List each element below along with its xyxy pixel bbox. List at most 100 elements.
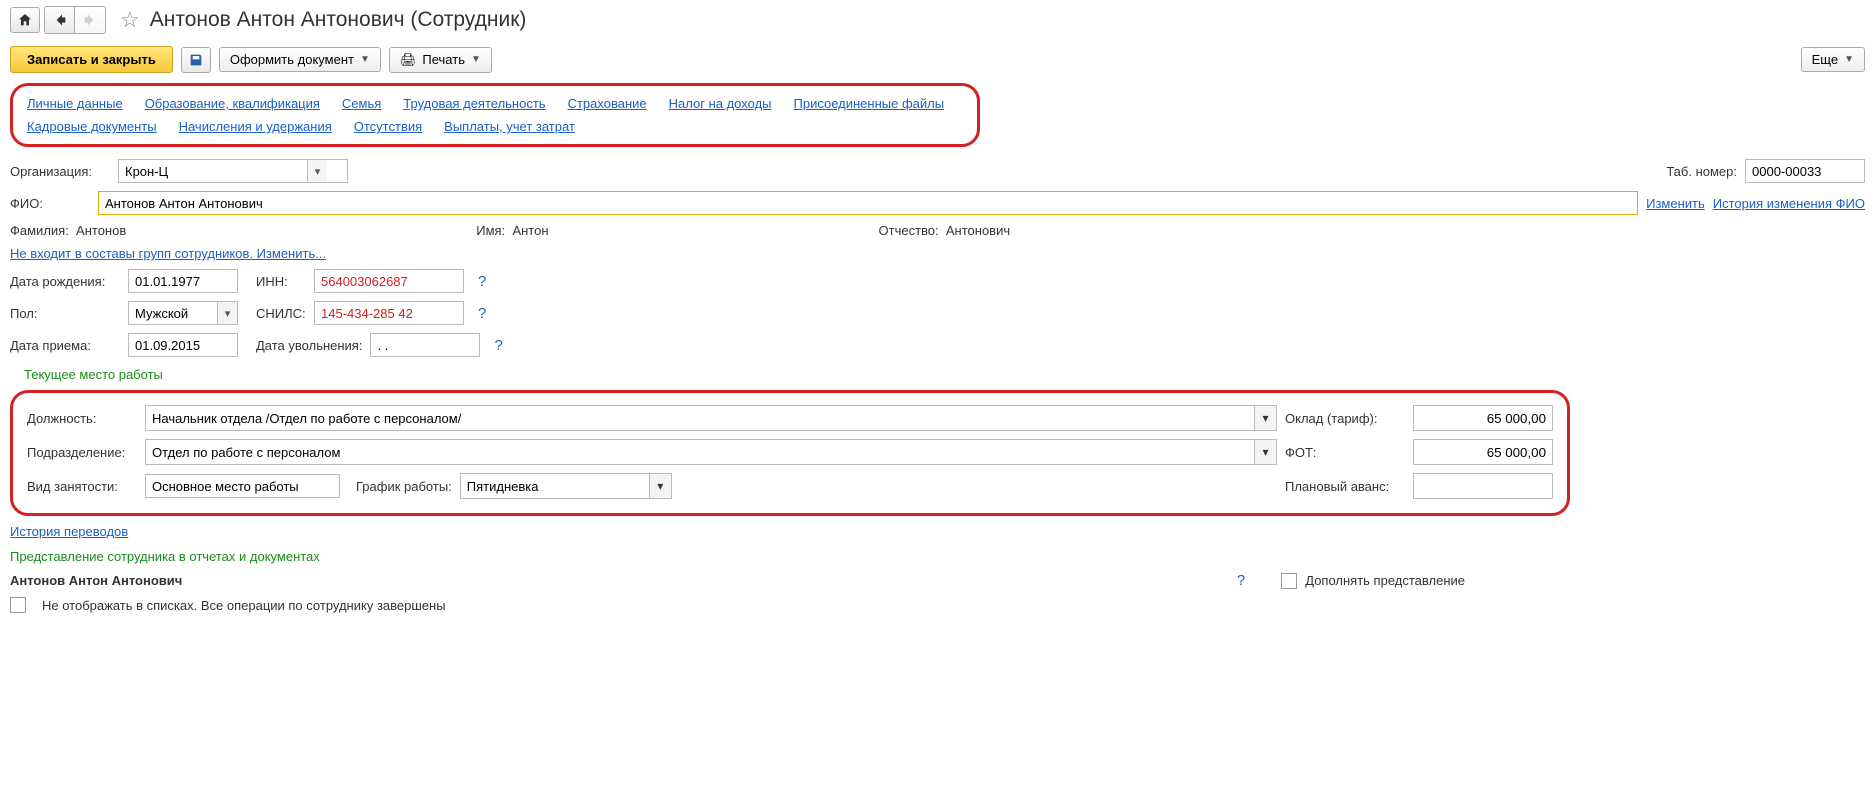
position-input[interactable] — [146, 406, 1254, 430]
save-button[interactable] — [181, 47, 211, 73]
home-button[interactable] — [10, 7, 40, 33]
gender-row: Пол: ▾ СНИЛС: ? — [10, 297, 1865, 329]
link-personal[interactable]: Личные данные — [27, 96, 123, 111]
org-row: Организация: ▾ Таб. номер: — [10, 155, 1865, 187]
position-label: Должность: — [27, 411, 137, 426]
print-label: Печать — [422, 52, 465, 67]
groups-row: Не входит в составы групп сотрудников. И… — [10, 242, 1865, 265]
back-button[interactable] — [45, 7, 75, 33]
position-row: Должность: ▾ Оклад (тариф): — [27, 401, 1553, 435]
salary-input[interactable] — [1413, 405, 1553, 431]
groups-link[interactable]: Не входит в составы групп сотрудников. И… — [10, 246, 326, 261]
department-input[interactable] — [146, 440, 1254, 464]
link-hr-docs[interactable]: Кадровые документы — [27, 119, 157, 134]
top-toolbar: ☆ Антонов Антон Антонович (Сотрудник) — [10, 0, 1865, 40]
firstname-value: Антон — [512, 223, 548, 238]
repr-section-title: Представление сотрудника в отчетах и док… — [10, 543, 1865, 568]
fio-row: ФИО: Изменить История изменения ФИО — [10, 187, 1865, 219]
link-files[interactable]: Присоединенные файлы — [794, 96, 945, 111]
gender-select[interactable]: ▾ — [128, 301, 238, 325]
print-button[interactable]: 🖨 Печать ▼ — [389, 47, 492, 73]
more-button[interactable]: Еще ▼ — [1801, 47, 1865, 72]
name-parts-row: Фамилия: Антонов Имя: Антон Отчество: Ан… — [10, 219, 1865, 242]
link-insurance[interactable]: Страхование — [568, 96, 647, 111]
supplement-checkbox[interactable] — [1281, 573, 1297, 589]
firstname-label: Имя: — [476, 223, 505, 238]
fot-label: ФОТ: — [1285, 445, 1405, 460]
advance-label: Плановый аванс: — [1285, 479, 1405, 494]
inn-input[interactable] — [314, 269, 464, 293]
snils-input[interactable] — [314, 301, 464, 325]
floppy-icon — [188, 52, 204, 68]
gender-input[interactable] — [129, 302, 217, 324]
nav-group — [44, 6, 106, 34]
schedule-field[interactable]: ▾ — [460, 473, 672, 499]
fire-help-icon[interactable]: ? — [494, 337, 502, 354]
printer-icon: 🖨 — [400, 52, 417, 68]
fio-history-link[interactable]: История изменения ФИО — [1713, 196, 1865, 211]
repr-name: Антонов Антон Антонович — [10, 573, 182, 588]
link-accruals[interactable]: Начисления и удержания — [179, 119, 332, 134]
link-payments[interactable]: Выплаты, учет затрат — [444, 119, 575, 134]
schedule-input[interactable] — [461, 474, 649, 498]
snils-help-icon[interactable]: ? — [478, 305, 486, 322]
arrow-left-icon — [52, 12, 68, 28]
job-section-title: Текущее место работы — [10, 361, 1865, 386]
department-picker-button[interactable]: ▾ — [1254, 440, 1276, 464]
arrow-right-icon — [82, 12, 98, 28]
inn-label: ИНН: — [256, 274, 306, 289]
nav-links-row-1: Личные данные Образование, квалификация … — [27, 96, 963, 111]
schedule-picker-button[interactable]: ▾ — [649, 474, 671, 498]
link-tax[interactable]: Налог на доходы — [669, 96, 772, 111]
department-row: Подразделение: ▾ ФОТ: — [27, 435, 1553, 469]
birth-row: Дата рождения: ИНН: ? — [10, 265, 1865, 297]
org-picker-button[interactable]: ▾ — [307, 160, 327, 182]
position-field[interactable]: ▾ — [145, 405, 1277, 431]
fio-change-link[interactable]: Изменить — [1646, 196, 1705, 211]
schedule-label: График работы: — [356, 479, 452, 494]
hide-lists-checkbox[interactable] — [10, 597, 26, 613]
fot-input[interactable] — [1413, 439, 1553, 465]
home-icon — [17, 12, 33, 28]
hire-label: Дата приема: — [10, 338, 120, 353]
org-field[interactable]: ▾ — [118, 159, 348, 183]
fio-input[interactable] — [98, 191, 1638, 215]
fire-label: Дата увольнения: — [256, 338, 362, 353]
org-input[interactable] — [119, 160, 307, 182]
supplement-label: Дополнять представление — [1305, 573, 1465, 588]
birth-label: Дата рождения: — [10, 274, 120, 289]
hide-lists-row: Не отображать в списках. Все операции по… — [10, 593, 1865, 617]
transfers-history-link[interactable]: История переводов — [10, 524, 128, 539]
forward-button[interactable] — [75, 7, 105, 33]
surname-label: Фамилия: — [10, 223, 69, 238]
position-picker-button[interactable]: ▾ — [1254, 406, 1276, 430]
link-absences[interactable]: Отсутствия — [354, 119, 422, 134]
link-education[interactable]: Образование, квалификация — [145, 96, 320, 111]
gender-dropdown-button[interactable]: ▾ — [217, 302, 237, 324]
caret-down-icon: ▼ — [1844, 54, 1854, 65]
advance-input[interactable] — [1413, 473, 1553, 499]
create-document-label: Оформить документ — [230, 52, 354, 67]
inn-help-icon[interactable]: ? — [478, 273, 486, 290]
hire-input[interactable] — [128, 333, 238, 357]
middlename-value: Антонович — [946, 223, 1010, 238]
nav-links-row-2: Кадровые документы Начисления и удержани… — [27, 119, 963, 134]
link-labor[interactable]: Трудовая деятельность — [403, 96, 545, 111]
employment-input[interactable] — [145, 474, 340, 498]
employment-row: Вид занятости: График работы: ▾ Плановый… — [27, 469, 1553, 503]
save-close-button[interactable]: Записать и закрыть — [10, 46, 173, 73]
surname-value: Антонов — [76, 223, 126, 238]
repr-help-icon[interactable]: ? — [1237, 572, 1245, 589]
action-toolbar: Записать и закрыть Оформить документ ▼ 🖨… — [10, 40, 1865, 79]
create-document-button[interactable]: Оформить документ ▼ — [219, 47, 381, 72]
department-label: Подразделение: — [27, 445, 137, 460]
tab-number-input[interactable] — [1745, 159, 1865, 183]
favorite-star-icon[interactable]: ☆ — [120, 7, 140, 33]
department-field[interactable]: ▾ — [145, 439, 1277, 465]
hire-row: Дата приема: Дата увольнения: ? — [10, 329, 1865, 361]
gender-label: Пол: — [10, 306, 120, 321]
birth-input[interactable] — [128, 269, 238, 293]
link-family[interactable]: Семья — [342, 96, 381, 111]
tab-number-label: Таб. номер: — [1666, 164, 1737, 179]
fire-input[interactable] — [370, 333, 480, 357]
